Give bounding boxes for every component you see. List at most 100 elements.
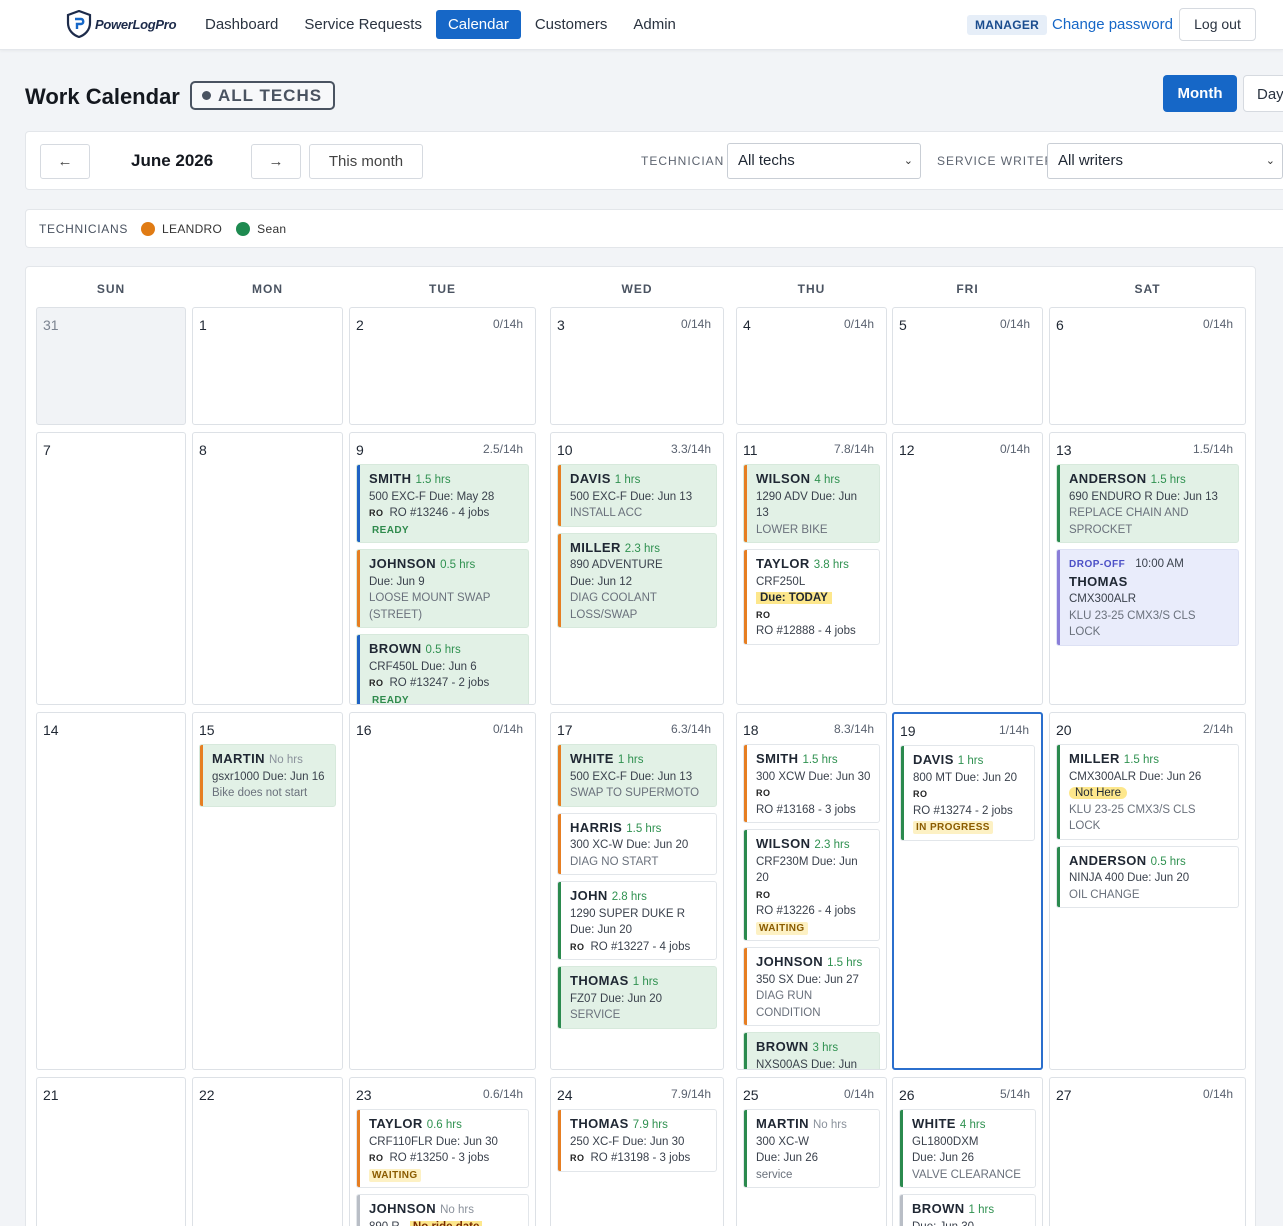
nav-item-dashboard[interactable]: Dashboard [193,10,290,39]
day-cell[interactable]: 13 1.5/14h ANDERSON 1.5 hrs 690 ENDURO R Due… [1049,432,1246,705]
day-cell[interactable]: 12 0/14h [892,432,1043,705]
day-cell[interactable]: 24 7.9/14h THOMAS 7.9 hrs 250 XC-F Due: Jun … [550,1077,724,1226]
repair-order-line[interactable]: RO RO #13198 - 3 jobs [570,1150,708,1167]
job-card[interactable]: JOHNSONNo hrs890 R - No ride date [356,1194,529,1226]
day-number: 26 [899,1087,915,1103]
job-card[interactable]: WILSON 2.3 hrs CRF230M Due: Jun 20 RO RO #13… [743,829,880,941]
tech-color-bar [1057,846,1060,907]
repair-order-number[interactable]: RO #12888 - 4 jobs [756,623,871,640]
day-cell[interactable]: 21 [36,1077,186,1226]
change-password-link[interactable]: Change password [1052,16,1173,33]
legend-item-leandro: LEANDRO [141,221,222,236]
day-cell[interactable]: 3 0/14h [550,307,724,425]
nav-item-customers[interactable]: Customers [523,10,620,39]
job-card[interactable]: BROWN3 hrsNXS00AS Due: Jun 30INSTAL REAR [743,1032,880,1069]
day-view-button[interactable]: Day [1243,75,1283,112]
next-month-button[interactable]: → [251,144,301,179]
day-cell[interactable]: 7 [36,432,186,705]
job-card[interactable]: MARTIN No hrs 300 XC-W Due: Jun 26 service [743,1109,880,1188]
day-cell[interactable]: 20 2/14h MILLER 1.5 hrs CMX300ALR Due: Jun 2… [1049,712,1246,1070]
day-cell[interactable]: 1 [192,307,343,425]
month-view-button[interactable]: Month [1163,75,1237,112]
day-cell[interactable]: 27 0/14h [1049,1077,1246,1226]
job-hours: 1.5 hrs [1150,474,1186,486]
repair-order-line[interactable]: RO RO #13247 - 2 jobs [369,675,520,692]
day-cell[interactable]: 14 [36,712,186,1070]
logout-button[interactable]: Log out [1179,8,1256,41]
repair-order-line[interactable]: RO RO #13227 - 4 jobs [570,939,708,956]
job-card[interactable]: WHITE 1 hrs 500 EXC-F Due: Jun 13 SWAP TO S… [557,744,717,807]
nav-item-service-requests[interactable]: Service Requests [292,10,434,39]
day-cell[interactable]: 6 0/14h [1049,307,1246,425]
day-cell[interactable]: 18 8.3/14h SMITH 1.5 hrs 300 XCW Due: Jun 30… [736,712,887,1070]
day-cell[interactable]: 5 0/14h [892,307,1043,425]
day-cell[interactable]: 22 [192,1077,343,1226]
job-card[interactable]: JOHNSON 0.5 hrs Due: Jun 9 LOOSE MOUNT SWAP… [356,549,529,628]
chevron-down-icon: ⌄ [1265,155,1275,167]
job-card[interactable]: THOMAS 7.9 hrs 250 XC-F Due: Jun 30 RO RO #1… [557,1109,717,1172]
service-writer-select[interactable]: All writers ⌄ [1047,143,1283,179]
repair-order-number[interactable]: RO #13226 - 4 jobs [756,903,871,920]
day-cell[interactable]: 15 MARTIN No hrs gsxr1000 Due: Jun 16 Bike d… [192,712,343,1070]
job-hours: 4 hrs [959,1119,986,1131]
dropoff-badge: DROP-OFF [1069,559,1126,570]
job-detail: FZ07 Due: Jun 20 [570,992,663,1005]
repair-order-line[interactable]: RO RO #13246 - 4 jobs [369,505,520,522]
day-cell[interactable]: 2 0/14h [349,307,536,425]
day-cell[interactable]: 17 6.3/14h WHITE 1 hrs 500 EXC-F Due: Jun 13… [550,712,724,1070]
nav-item-admin[interactable]: Admin [621,10,688,39]
day-cell[interactable]: 23 0.6/14h TAYLOR 0.6 hrs CRF110FLR Due: Jun… [349,1077,536,1226]
job-card[interactable]: TAYLOR 0.6 hrs CRF110FLR Due: Jun 30 RO RO #… [356,1109,529,1188]
day-cell[interactable]: 9 2.5/14h SMITH 1.5 hrs 500 EXC-F Due: May 2… [349,432,536,705]
day-cell[interactable]: 25 0/14h MARTIN No hrs 300 XC-W Due: Jun 26 se… [736,1077,887,1226]
job-card[interactable]: JOHN 2.8 hrs 1290 SUPER DUKE R Due: Jun 20 R… [557,881,717,960]
tech-color-bar [1057,745,1060,839]
job-card[interactable]: DROP-OFF 10:00 AM THOMAS CMX300ALR KLU 23-25… [1056,549,1239,646]
month-calendar-grid: SUN MON TUE WED THU FRI SAT 31 1 2 0/14h 3 0/14h 4 0/1… [25,266,1256,1226]
job-card[interactable]: MILLER 2.3 hrs 890 ADVENTURE Due: Jun 12 DIA… [557,532,717,628]
repair-order-number[interactable]: RO #13274 - 2 jobs [913,803,1026,820]
job-card[interactable]: MARTIN No hrs gsxr1000 Due: Jun 16 Bike doe… [199,744,336,807]
capacity-label: 3.3/14h [670,442,711,456]
job-card[interactable]: WILSON 4 hrs 1290 ADV Due: Jun 13 LOWER BIK… [743,464,880,543]
day-cell[interactable]: 26 5/14h WHITE 4 hrs GL1800DXM Due: Jun 26 VAL… [892,1077,1043,1226]
job-card[interactable]: JOHNSON 1.5 hrs 350 SX Due: Jun 27 DIAG RUN… [743,947,880,1026]
job-card[interactable]: MILLER 1.5 hrs CMX300ALR Due: Jun 26 Not He… [1056,744,1239,840]
tech-filter-badge[interactable]: ALL TECHS [190,81,336,110]
job-card[interactable]: BROWN 0.5 hrs CRF450L Due: Jun 6 RO RO #1324… [356,634,529,704]
repair-order-line[interactable]: RO RO #13250 - 3 jobs [369,1150,520,1167]
day-cell[interactable]: 16 0/14h [349,712,536,1070]
nav-item-calendar[interactable]: Calendar [435,10,521,39]
app-logo[interactable]: PowerLogPro [66,10,177,38]
day-cell[interactable]: 4 0/14h [736,307,887,425]
customer-name: HARRIS [570,819,623,835]
day-cell[interactable]: 19 1/14h DAVIS 1 hrs 800 MT Due: Jun 20 RO RO … [892,712,1043,1070]
job-list: DAVIS 1 hrs 800 MT Due: Jun 20 RO RO #13274 … [900,745,1035,847]
day-number: 14 [43,722,59,738]
job-note: DIAG NO START [570,855,659,868]
job-card[interactable]: SMITH 1.5 hrs 500 EXC-F Due: May 28 RO RO #1… [356,464,529,543]
job-detail: Due: Jun 9 [369,575,425,588]
day-cell[interactable]: 11 7.8/14h WILSON 4 hrs 1290 ADV Due: Jun 13… [736,432,887,705]
job-card[interactable]: TAYLOR 3.8 hrs CRF250L Due: TODAY RO RO #1288… [743,549,880,645]
tech-color-bar [200,745,203,806]
job-card[interactable]: SMITH 1.5 hrs 300 XCW Due: Jun 30 RO RO #131… [743,744,880,823]
job-card[interactable]: BROWN1 hrsDue: Jun 30 [899,1194,1036,1226]
this-month-button[interactable]: This month [309,144,423,179]
job-card[interactable]: WHITE 4 hrs GL1800DXM Due: Jun 26 VALVE CLEA… [899,1109,1036,1188]
day-cell[interactable]: 31 [36,307,186,425]
job-card[interactable]: DAVIS 1 hrs 800 MT Due: Jun 20 RO RO #13274 … [900,745,1035,841]
job-header: ANDERSON 0.5 hrs [1069,853,1230,871]
job-card[interactable]: ANDERSON 1.5 hrs 690 ENDURO R Due: Jun 13 R… [1056,464,1239,543]
job-card[interactable]: ANDERSON 0.5 hrs NINJA 400 Due: Jun 20 OIL … [1056,845,1239,908]
repair-order-number[interactable]: RO #13168 - 3 jobs [756,802,871,819]
day-cell[interactable]: 10 3.3/14h DAVIS 1 hrs 500 EXC-F Due: Jun 13… [550,432,724,705]
job-card[interactable]: THOMAS 1 hrs FZ07 Due: Jun 20 SERVICE [557,966,717,1029]
day-number: 7 [43,442,51,458]
day-cell[interactable]: 8 [192,432,343,705]
prev-month-button[interactable]: ← [40,144,90,179]
job-card[interactable]: DAVIS 1 hrs 500 EXC-F Due: Jun 13 INSTALL A… [557,464,717,527]
ro-tag: RO [369,678,384,688]
technician-select[interactable]: All techs ⌄ [727,143,921,179]
job-card[interactable]: HARRIS 1.5 hrs 300 XC-W Due: Jun 20 DIAG NO… [557,812,717,875]
